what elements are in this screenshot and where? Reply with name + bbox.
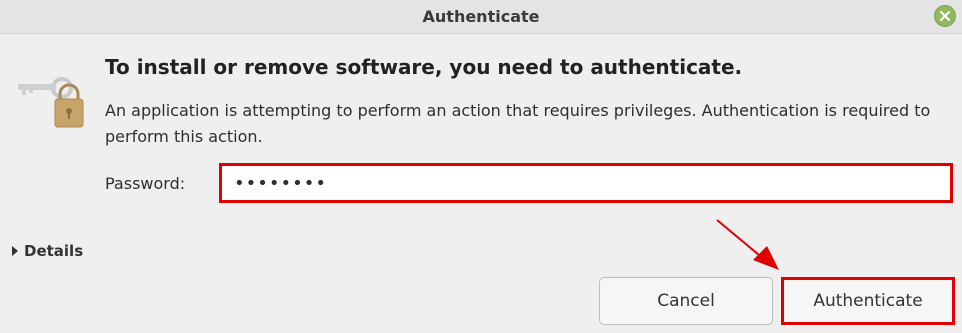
dialog-heading: To install or remove software, you need … bbox=[105, 55, 743, 79]
details-label: Details bbox=[24, 242, 84, 260]
annotation-arrow-icon bbox=[716, 219, 779, 270]
password-value: •••••••• bbox=[234, 172, 327, 194]
password-label: Password: bbox=[105, 174, 186, 193]
cancel-button-label: Cancel bbox=[657, 291, 715, 311]
authenticate-button-label: Authenticate bbox=[813, 291, 923, 311]
close-button[interactable] bbox=[934, 5, 956, 27]
title-bar: Authenticate bbox=[0, 0, 962, 34]
password-field[interactable]: •••••••• bbox=[219, 163, 953, 203]
cancel-button[interactable]: Cancel bbox=[599, 277, 773, 325]
details-expander[interactable]: Details bbox=[10, 242, 83, 260]
dialog-description: An application is attempting to perform … bbox=[105, 101, 931, 146]
window-title: Authenticate bbox=[422, 7, 540, 26]
key-padlock-icon bbox=[18, 77, 84, 128]
close-icon bbox=[939, 10, 951, 22]
triangle-right-icon bbox=[12, 246, 18, 256]
authenticate-button[interactable]: Authenticate bbox=[781, 277, 955, 325]
